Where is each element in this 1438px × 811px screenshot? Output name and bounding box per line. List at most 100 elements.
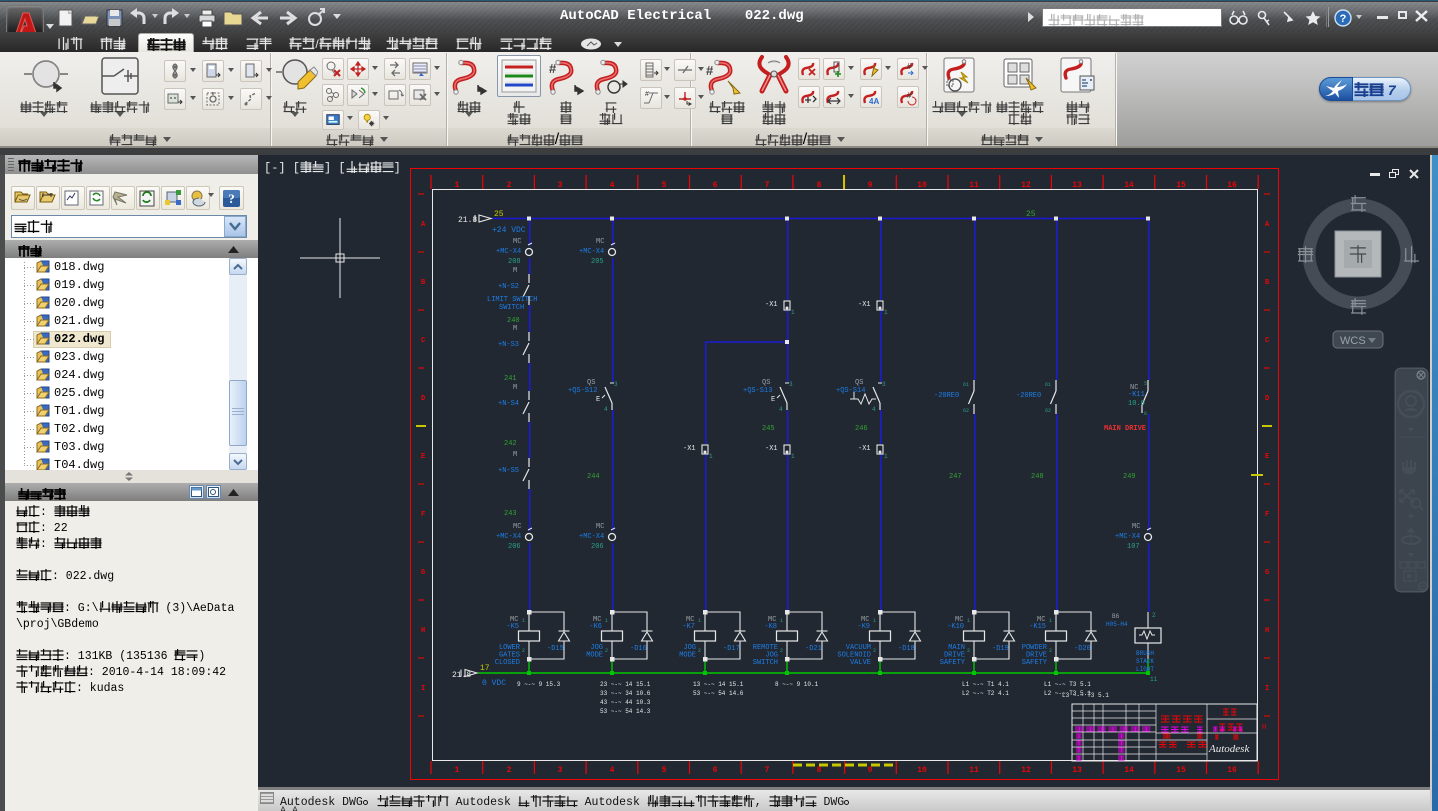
svg-text:4: 4 xyxy=(779,406,783,413)
svg-text:SWITCH: SWITCH xyxy=(753,659,778,667)
svg-text:3: 3 xyxy=(882,381,886,388)
svg-text:#: # xyxy=(907,62,912,71)
svg-text:12: 12 xyxy=(1021,181,1031,190)
svg-text:+MC-X4: +MC-X4 xyxy=(579,248,604,256)
svg-text:5: 5 xyxy=(1144,381,1147,387)
svg-text:-20RE0: -20RE0 xyxy=(934,392,959,400)
svg-text:-X1: -X1 xyxy=(765,445,778,453)
svg-text:+QS-S12: +QS-S12 xyxy=(568,387,597,395)
svg-text:10: 10 xyxy=(917,181,927,190)
svg-text:2: 2 xyxy=(1152,612,1156,619)
svg-text:-K9: -K9 xyxy=(857,623,870,631)
svg-text:-K6: -K6 xyxy=(589,623,602,631)
svg-text:13: 13 xyxy=(1072,181,1082,190)
svg-text:1: 1 xyxy=(967,618,970,624)
svg-text:249: 249 xyxy=(1123,473,1136,481)
svg-text:?: ? xyxy=(228,191,235,206)
svg-text:-K8: -K8 xyxy=(764,623,777,631)
svg-text:2: 2 xyxy=(507,766,512,775)
svg-text:13 ~-~ 14 15.1: 13 ~-~ 14 15.1 xyxy=(693,681,744,688)
svg-text:25: 25 xyxy=(494,210,504,219)
svg-text:Autodesk: Autodesk xyxy=(1208,743,1250,755)
svg-text:10.0: 10.0 xyxy=(1128,400,1145,408)
svg-text:-K10: -K10 xyxy=(947,623,964,631)
svg-text:-K7: -K7 xyxy=(682,623,695,631)
svg-text:+MC-X4: +MC-X4 xyxy=(1115,533,1140,541)
svg-text:2: 2 xyxy=(522,648,525,654)
svg-text:1: 1 xyxy=(873,618,876,624)
svg-text:#: # xyxy=(645,91,649,98)
svg-text:B6: B6 xyxy=(1112,613,1120,620)
svg-text:+QS-S14: +QS-S14 xyxy=(836,387,865,395)
svg-text:248: 248 xyxy=(1031,473,1044,481)
svg-text:+N-S2: +N-S2 xyxy=(498,283,519,291)
svg-text:LIGHT: LIGHT xyxy=(1136,666,1154,673)
svg-text:+MC-X4: +MC-X4 xyxy=(579,533,604,541)
svg-text:M: M xyxy=(513,384,517,392)
svg-text:43 ~-~ 44 10.3: 43 ~-~ 44 10.3 xyxy=(600,699,651,706)
svg-text:-K11: -K11 xyxy=(1128,391,1145,399)
svg-text:16: 16 xyxy=(1227,766,1237,775)
svg-text:M: M xyxy=(513,325,517,333)
svg-text:1: 1 xyxy=(698,618,701,624)
svg-text:M: M xyxy=(513,451,517,459)
svg-text:5: 5 xyxy=(662,766,667,775)
svg-text:BRUSH: BRUSH xyxy=(1136,650,1154,657)
svg-text:E: E xyxy=(421,453,425,461)
svg-text:E: E xyxy=(1265,453,1269,461)
svg-text:13: 13 xyxy=(1072,766,1082,775)
svg-text:-D17: -D17 xyxy=(723,645,740,653)
svg-text:MC: MC xyxy=(513,238,521,246)
svg-text:-X1: -X1 xyxy=(765,301,778,309)
svg-text:#: # xyxy=(706,63,714,78)
svg-text:4: 4 xyxy=(610,181,615,190)
svg-text:QS: QS xyxy=(587,379,595,387)
svg-text:MC: MC xyxy=(513,523,521,531)
svg-text:6: 6 xyxy=(713,181,718,190)
svg-text:62: 62 xyxy=(1045,408,1051,414)
svg-text:I: I xyxy=(1265,685,1269,693)
svg-text:-D19: -D19 xyxy=(992,645,1009,653)
svg-text:LIMIT SWITCH: LIMIT SWITCH xyxy=(487,296,537,304)
svg-text:VALVE: VALVE xyxy=(850,659,871,667)
svg-text:206: 206 xyxy=(591,543,604,551)
svg-text:9 ~-~ 9 15.3: 9 ~-~ 9 15.3 xyxy=(517,681,561,688)
svg-text:WCS: WCS xyxy=(1340,335,1366,347)
svg-text:1: 1 xyxy=(1049,618,1052,624)
svg-text:+N-S3: +N-S3 xyxy=(498,341,519,349)
svg-text:1: 1 xyxy=(605,618,608,624)
svg-text:53 ~-~ 54 14.3: 53 ~-~ 54 14.3 xyxy=(600,708,651,715)
svg-text:CLOSED: CLOSED xyxy=(495,659,520,667)
svg-text:+24 VDC: +24 VDC xyxy=(492,226,526,235)
svg-text:-K5: -K5 xyxy=(506,623,519,631)
svg-text:L1 ~-~ T1 4.1: L1 ~-~ T1 4.1 xyxy=(962,681,1009,688)
svg-text:244: 244 xyxy=(587,473,600,481)
svg-text:0 VDC: 0 VDC xyxy=(482,679,506,688)
svg-text:25: 25 xyxy=(1026,210,1036,219)
svg-text:-X1: -X1 xyxy=(858,301,871,309)
svg-text:5: 5 xyxy=(662,181,667,190)
svg-text:14: 14 xyxy=(1124,766,1134,775)
svg-text:3: 3 xyxy=(558,181,563,190)
svg-text:61: 61 xyxy=(963,382,969,388)
svg-text:L3 ~-~ T3 5.1: L3 ~-~ T3 5.1 xyxy=(1062,692,1109,699)
svg-text:SAFETY: SAFETY xyxy=(940,659,966,667)
svg-text:1: 1 xyxy=(455,766,460,775)
svg-text:4: 4 xyxy=(872,406,876,413)
svg-text:107: 107 xyxy=(1127,543,1140,551)
svg-text:246: 246 xyxy=(855,425,868,433)
svg-text:242: 242 xyxy=(504,440,517,448)
svg-text:F: F xyxy=(421,511,425,519)
svg-text:1: 1 xyxy=(455,181,460,190)
svg-text:3: 3 xyxy=(789,381,793,388)
svg-text:I: I xyxy=(421,685,425,693)
svg-text:C: C xyxy=(1265,337,1269,345)
svg-text:+N-S5: +N-S5 xyxy=(498,467,519,475)
svg-text:4: 4 xyxy=(604,406,608,413)
svg-text:H: H xyxy=(1265,627,1269,635)
svg-text:+QS-S13: +QS-S13 xyxy=(743,387,772,395)
svg-text:33 ~-~ 34 10.6: 33 ~-~ 34 10.6 xyxy=(600,690,651,697)
svg-text:1: 1 xyxy=(884,309,888,316)
svg-text:15: 15 xyxy=(1176,766,1186,775)
svg-text:H: H xyxy=(421,627,425,635)
